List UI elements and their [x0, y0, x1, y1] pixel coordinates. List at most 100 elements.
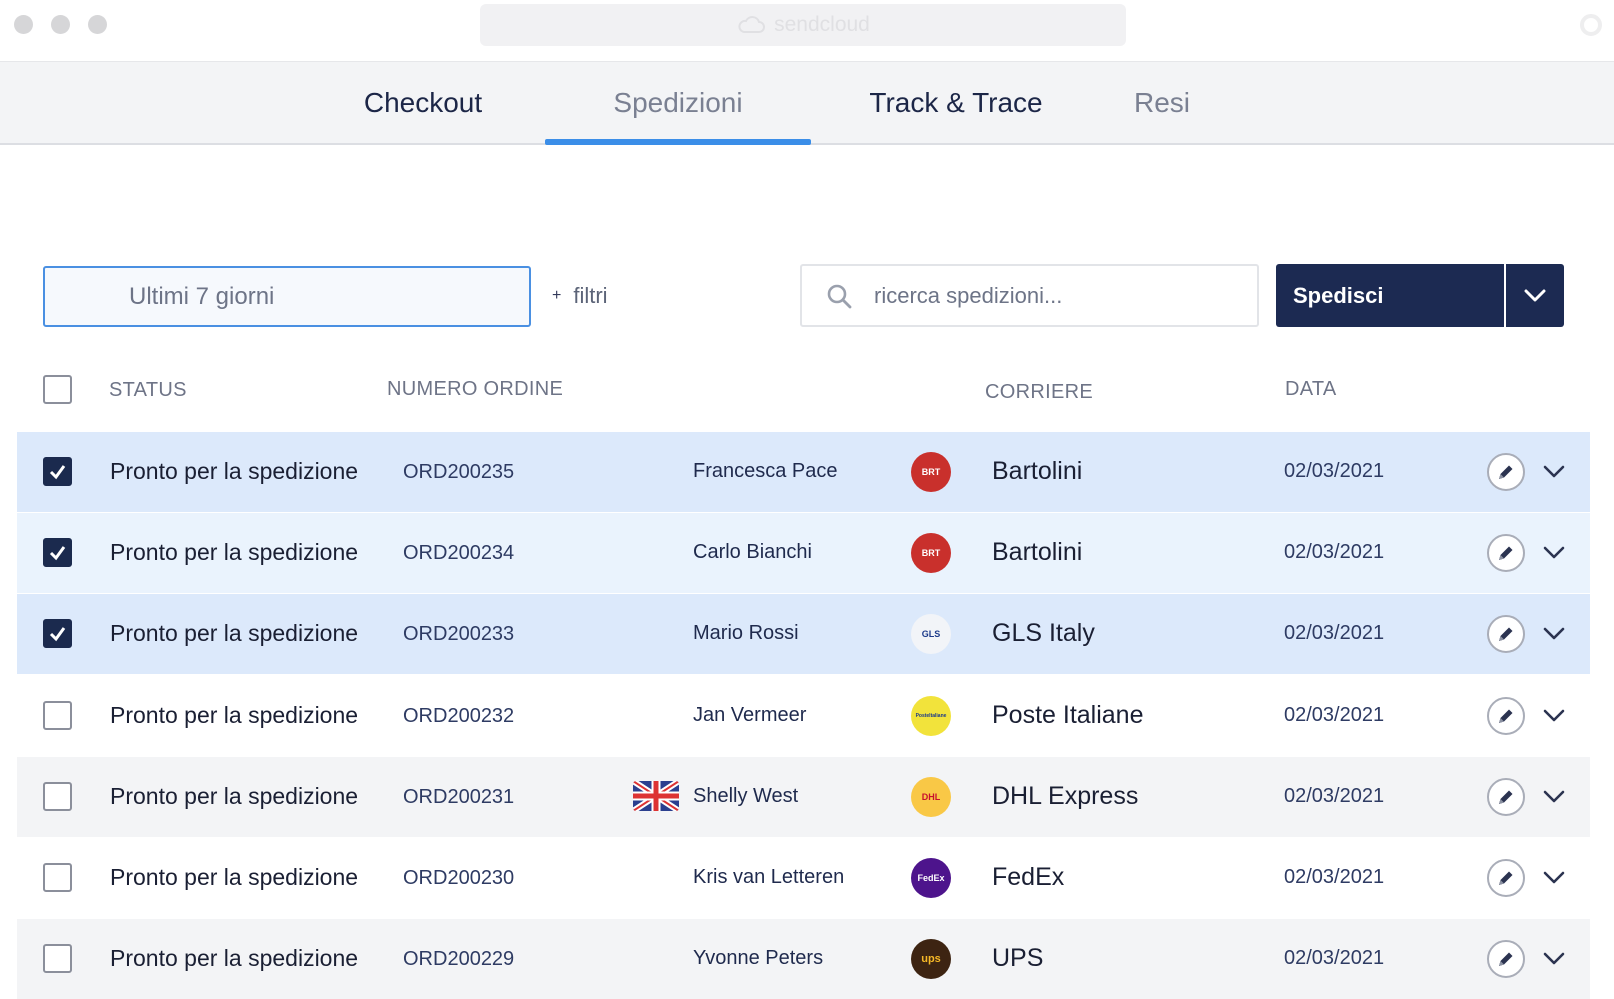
carrier-name: GLS Italy: [992, 619, 1095, 647]
status-text: Pronto per la spedizione: [110, 783, 359, 809]
shipment-date: 02/03/2021: [1284, 866, 1385, 888]
uk-flag-icon: [633, 781, 679, 811]
pencil-icon: [1499, 627, 1513, 641]
row-select-checkbox[interactable]: [43, 619, 72, 648]
minimize-window-button[interactable]: [51, 15, 70, 34]
order-number[interactable]: ORD200235: [403, 461, 514, 484]
select-all-checkbox[interactable]: [43, 375, 72, 404]
column-header-status[interactable]: STATUS: [109, 379, 187, 402]
pencil-icon: [1499, 871, 1513, 885]
carrier-name: UPS: [992, 944, 1044, 972]
close-window-button[interactable]: [14, 15, 33, 34]
edit-button[interactable]: [1487, 534, 1525, 572]
gls-logo-icon: GLS: [911, 614, 951, 654]
table-row[interactable]: Pronto per la spedizione ORD200231 Shelly …: [17, 757, 1590, 837]
tab-checkout[interactable]: Checkout: [342, 62, 504, 144]
order-number[interactable]: ORD200234: [403, 542, 514, 565]
search-box: [800, 264, 1259, 327]
zoom-window-button[interactable]: [88, 15, 107, 34]
recipient-name: Mario Rossi: [693, 622, 799, 644]
row-select-checkbox[interactable]: [43, 538, 72, 567]
table-row[interactable]: Pronto per la spedizione ORD200233 Mario R…: [17, 594, 1590, 674]
ship-options-dropdown[interactable]: [1506, 264, 1564, 327]
window-titlebar: sendcloud: [0, 0, 1614, 61]
tab-spedizioni[interactable]: Spedizioni: [545, 62, 811, 145]
expand-row-chevron-icon[interactable]: [1540, 945, 1568, 973]
expand-row-chevron-icon[interactable]: [1540, 458, 1568, 486]
order-number[interactable]: ORD200231: [403, 786, 514, 809]
expand-row-chevron-icon[interactable]: [1540, 620, 1568, 648]
fedex-logo-icon: FedEx: [911, 858, 951, 898]
order-number[interactable]: ORD200230: [403, 867, 514, 890]
address-text: sendcloud: [774, 13, 870, 36]
pencil-icon: [1499, 709, 1513, 723]
edit-button[interactable]: [1487, 778, 1525, 816]
pencil-icon: [1499, 546, 1513, 560]
italy-flag-icon: [633, 456, 679, 486]
table-row[interactable]: Pronto per la spedizione ORD200235 Frances…: [17, 432, 1590, 512]
row-select-checkbox[interactable]: [43, 944, 72, 973]
status-text: Pronto per la spedizione: [110, 539, 359, 565]
date-range-filter[interactable]: Ultimi 7 giorni: [43, 266, 531, 327]
status-text: Pronto per la spedizione: [110, 945, 359, 971]
expand-row-chevron-icon[interactable]: [1540, 702, 1568, 730]
expand-row-chevron-icon[interactable]: [1540, 864, 1568, 892]
main-tab-bar: Checkout Spedizioni Track & Trace Resi: [0, 61, 1614, 145]
order-number[interactable]: ORD200233: [403, 623, 514, 646]
add-filters-button[interactable]: + filtri: [552, 283, 608, 309]
edit-button[interactable]: [1487, 940, 1525, 978]
netherlands-flag-icon: [633, 943, 679, 973]
expand-row-chevron-icon[interactable]: [1540, 783, 1568, 811]
row-select-checkbox[interactable]: [43, 782, 72, 811]
recipient-name: Shelly West: [693, 785, 799, 807]
recipient-name: Jan Vermeer: [693, 704, 807, 726]
column-header-carrier[interactable]: CORRIERE: [985, 381, 1093, 404]
belgium-flag-icon: [633, 862, 679, 892]
search-icon: [827, 284, 852, 308]
edit-button[interactable]: [1487, 697, 1525, 735]
shipment-date: 02/03/2021: [1284, 704, 1385, 726]
column-header-order[interactable]: NUMERO ORDINE: [387, 378, 563, 401]
ship-button[interactable]: Spedisci: [1276, 264, 1504, 327]
dhl-logo-icon: DHL: [911, 777, 951, 817]
tab-track-trace[interactable]: Track & Trace: [856, 62, 1056, 144]
expand-row-chevron-icon[interactable]: [1540, 539, 1568, 567]
status-text: Pronto per la spedizione: [110, 620, 359, 646]
check-icon: [49, 465, 66, 480]
check-icon: [49, 627, 66, 642]
tab-resi[interactable]: Resi: [1120, 62, 1204, 144]
carrier-name: Bartolini: [992, 538, 1083, 566]
edit-button[interactable]: [1487, 453, 1525, 491]
table-row[interactable]: Pronto per la spedizione ORD200232 Jan Ver…: [17, 676, 1590, 756]
status-text: Pronto per la spedizione: [110, 702, 359, 728]
carrier-name: DHL Express: [992, 782, 1139, 810]
shipment-date: 02/03/2021: [1284, 460, 1385, 482]
status-text: Pronto per la spedizione: [110, 458, 359, 484]
add-filters-label: filtri: [573, 283, 608, 308]
italy-flag-icon: [633, 618, 679, 648]
recipient-name: Kris van Letteren: [693, 866, 845, 888]
order-number[interactable]: ORD200232: [403, 705, 514, 728]
address-bar[interactable]: sendcloud: [480, 4, 1126, 46]
table-row[interactable]: Pronto per la spedizione ORD200229 Yvonne …: [17, 919, 1590, 999]
carrier-name: Poste Italiane: [992, 701, 1144, 729]
recipient-name: Francesca Pace: [693, 460, 838, 482]
column-header-date[interactable]: DATA: [1285, 378, 1337, 401]
table-row[interactable]: Pronto per la spedizione ORD200230 Kris va…: [17, 838, 1590, 918]
pencil-icon: [1499, 790, 1513, 804]
ups-logo-icon: ups: [911, 939, 951, 979]
table-row[interactable]: Pronto per la spedizione ORD200234 Carlo B…: [17, 513, 1590, 593]
row-select-checkbox[interactable]: [43, 701, 72, 730]
carrier-name: FedEx: [992, 863, 1065, 891]
order-number[interactable]: ORD200229: [403, 948, 514, 971]
brt-logo-icon: BRT: [911, 452, 951, 492]
search-input[interactable]: [874, 282, 1234, 309]
row-select-checkbox[interactable]: [43, 863, 72, 892]
edit-button[interactable]: [1487, 615, 1525, 653]
chevron-down-icon: [1524, 289, 1546, 301]
cloud-icon: [738, 16, 766, 33]
settings-gear-icon[interactable]: [1580, 14, 1602, 36]
row-select-checkbox[interactable]: [43, 457, 72, 486]
edit-button[interactable]: [1487, 859, 1525, 897]
brt-logo-icon: BRT: [911, 533, 951, 573]
